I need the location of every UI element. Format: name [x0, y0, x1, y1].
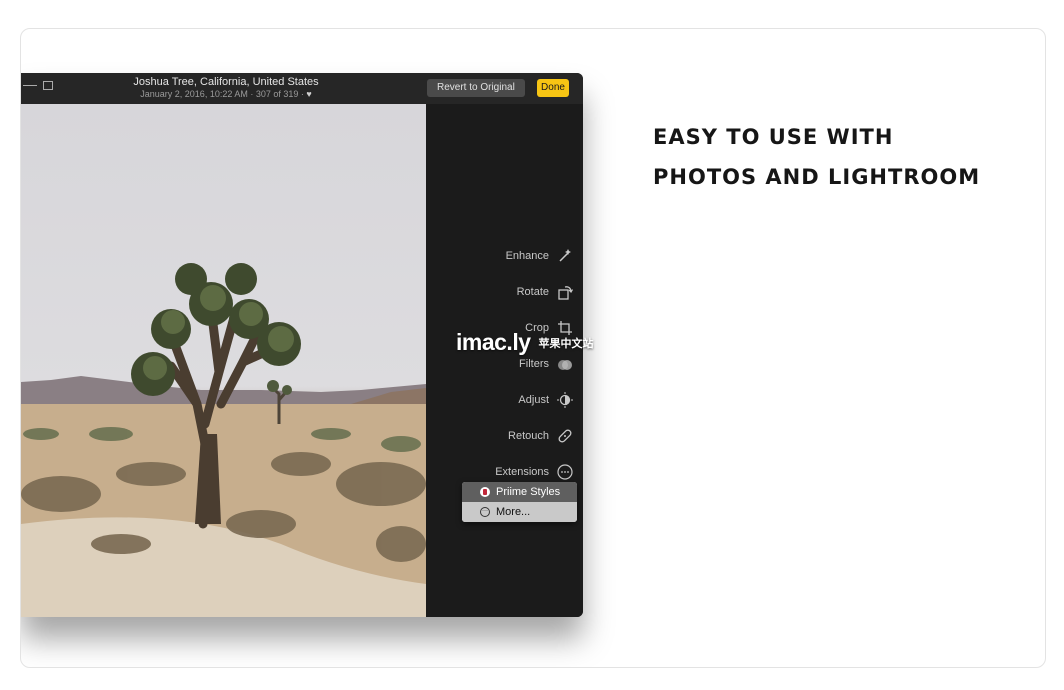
tool-adjust[interactable]: Adjust: [518, 392, 573, 408]
tool-label: Filters: [519, 358, 549, 370]
tool-retouch[interactable]: Retouch: [508, 428, 573, 444]
watermark-logo: imac.ly: [456, 329, 531, 355]
tool-label: Retouch: [508, 430, 549, 442]
extensions-menu: Priime Styles ··· More...: [462, 482, 577, 522]
tool-extensions[interactable]: Extensions: [495, 464, 573, 480]
menu-item-priime-styles[interactable]: Priime Styles: [462, 482, 577, 502]
photo-date-count: January 2, 2016, 10:22 AM · 307 of 319 ·: [140, 89, 304, 99]
magic-wand-icon: [557, 248, 573, 264]
heading-line-2: PHOTOS AND LIGHTROOM: [653, 165, 981, 189]
watermark: imac.ly 苹果中文站: [456, 329, 594, 356]
tool-label: Enhance: [505, 250, 549, 262]
joshua-tree-photo: [21, 263, 426, 617]
done-button[interactable]: Done: [537, 79, 569, 97]
zoom-slider[interactable]: [23, 81, 53, 90]
bandage-icon: [557, 428, 573, 444]
photo-location-title: Joshua Tree, California, United States: [133, 76, 319, 88]
tool-rotate[interactable]: Rotate: [517, 284, 573, 300]
photo-canvas[interactable]: [21, 104, 426, 617]
edit-tools-sidebar: Enhance Rotate Crop Filters Adjust Retou…: [426, 104, 583, 617]
priime-logo-icon: [480, 487, 490, 497]
title-bar: Joshua Tree, California, United States J…: [21, 73, 583, 104]
tool-label: Extensions: [495, 466, 549, 478]
photo-meta: January 2, 2016, 10:22 AM · 307 of 319 ·…: [111, 89, 341, 99]
menu-item-label: More...: [496, 506, 531, 518]
tool-label: Rotate: [516, 286, 549, 298]
more-circle-icon: [557, 464, 573, 480]
tool-filters[interactable]: Filters: [519, 356, 573, 372]
photo-size-icon: [43, 81, 53, 90]
tool-enhance[interactable]: Enhance: [506, 248, 573, 264]
feature-card: Joshua Tree, California, United States J…: [20, 28, 1046, 668]
watermark-subtitle: 苹果中文站: [538, 337, 594, 350]
rotate-icon: [557, 284, 573, 300]
menu-item-more[interactable]: ··· More...: [462, 502, 577, 522]
feature-heading: EASY TO USE WITH PHOTOS AND LIGHTROOM: [653, 117, 1013, 197]
revert-to-original-button[interactable]: Revert to Original: [427, 79, 525, 97]
adjust-icon: [557, 392, 573, 408]
heart-icon[interactable]: ♥: [306, 89, 311, 99]
menu-item-label: Priime Styles: [496, 486, 561, 498]
tool-label: Adjust: [518, 394, 549, 406]
more-circle-icon: ···: [480, 507, 490, 517]
filters-icon: [557, 356, 573, 372]
heading-line-1: EASY TO USE WITH: [653, 125, 894, 149]
